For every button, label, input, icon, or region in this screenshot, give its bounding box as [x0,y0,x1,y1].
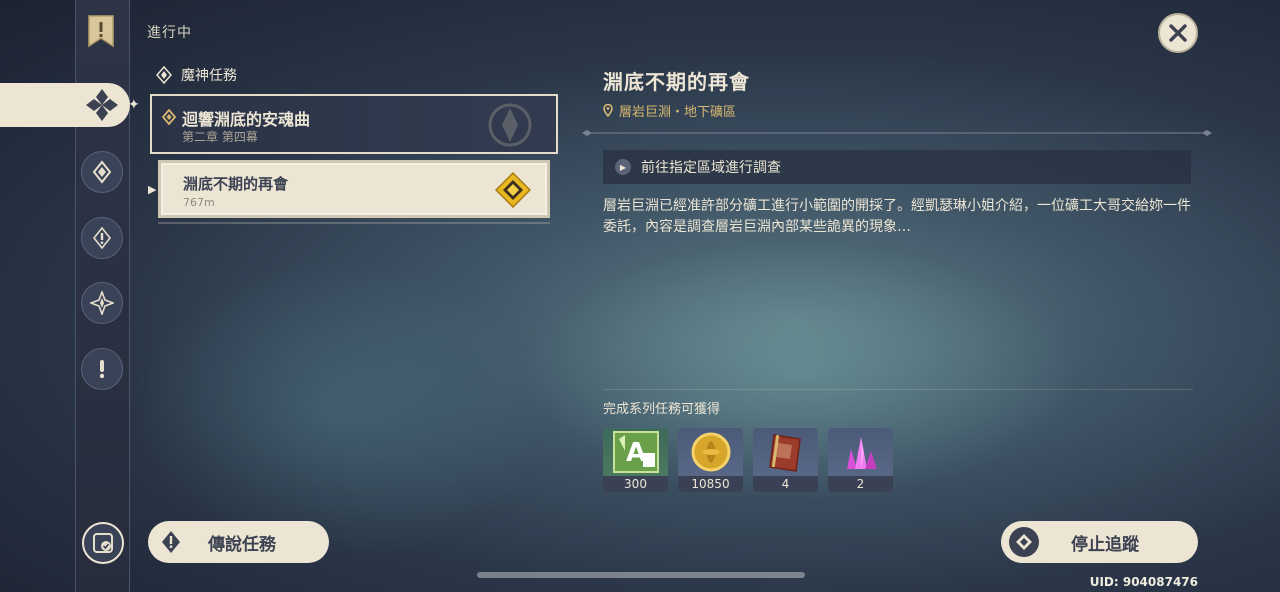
section-title: 進行中 [147,25,192,41]
reward-item[interactable]: 2 [828,428,893,492]
quest-category-label: 魔神任務 [181,68,237,84]
player-uid: UID: 904087476 [1089,575,1198,589]
quest-list-item[interactable]: 淵底不期的再會 767m [158,160,550,218]
selected-arrow-icon: ▶ [148,183,157,196]
crystal-ore-icon [846,437,877,469]
active-tab-sparkle-icon: ✦ [128,97,140,113]
quest-objective-label: 前往指定區域進行調查 [641,160,781,176]
bookmark-icon[interactable] [87,14,115,48]
tab-event-quests[interactable] [81,282,123,324]
quest-item-distance: 767m [183,196,215,209]
exclamation-icon [99,360,105,379]
rewards-list: A 300 10850 4 2 [603,428,893,492]
list-divider [158,222,550,224]
quest-location: 層岩巨淵・地下礦區 [603,101,736,120]
ornamental-divider [582,130,1212,136]
tab-story-quests[interactable] [81,151,123,193]
close-button[interactable] [1158,13,1198,53]
location-pin-icon [603,104,613,117]
quest-description: 層岩巨淵已經准許部分礦工進行小範圍的開採了。經凱瑟琳小姐介紹，一位礦工大哥交給妳… [603,198,1191,235]
rewards-divider [603,389,1193,390]
quest-group-header[interactable]: 迴響淵底的安魂曲 第二章 第四幕 [150,94,558,154]
reward-item[interactable]: A 300 [603,428,668,492]
quest-title: 淵底不期的再會 [603,70,750,94]
reward-count: 10850 [678,476,743,492]
exclamation-icon [92,226,112,250]
quest-group-name: 迴響淵底的安魂曲 [182,110,311,129]
rewards-title: 完成系列任務可獲得 [603,402,721,417]
quest-category: 魔神任務 [155,65,237,85]
tracking-diamond-icon [1009,527,1039,557]
tracked-quest-diamond-icon [495,172,531,208]
reward-count: 2 [828,476,893,492]
reward-item[interactable]: 4 [753,428,818,492]
archon-quest-icon [156,66,172,84]
quest-marker-icon [162,109,176,125]
tab-archon-quests[interactable] [0,83,130,127]
mora-coin-icon [691,432,730,472]
stop-tracking-button[interactable]: 停止追蹤 [1001,521,1198,563]
chapter-emblem-icon [488,103,532,147]
star-diamond-icon [90,291,114,315]
reward-count: 4 [753,476,818,492]
close-icon [1169,24,1187,42]
legend-quests-button[interactable]: 傳說任務 [148,521,329,563]
reward-count: 300 [603,476,668,492]
tab-world-quests[interactable] [81,217,123,259]
quest-location-label: 層岩巨淵・地下礦區 [619,105,737,120]
stop-tracking-label: 停止追蹤 [1071,534,1139,555]
quest-group-chapter: 第二章 第四幕 [182,130,258,144]
legend-quest-icon [156,527,186,557]
tab-commissions[interactable] [81,348,123,390]
quest-item-name: 淵底不期的再會 [183,175,289,193]
reward-item[interactable]: 10850 [678,428,743,492]
story-quest-icon [92,160,112,184]
adventure-exp-icon: A [612,431,659,473]
legend-quests-label: 傳說任務 [208,534,276,555]
background-glow-left [130,260,550,560]
archon-quest-icon [86,89,118,121]
objective-play-icon: ▶ [615,159,631,175]
home-indicator[interactable] [477,572,805,578]
heros-wit-book-icon [768,434,801,472]
checklist-icon [93,533,113,553]
quest-objective: ▶ 前往指定區域進行調查 [603,150,1191,184]
quest-settings-button[interactable] [82,522,124,564]
